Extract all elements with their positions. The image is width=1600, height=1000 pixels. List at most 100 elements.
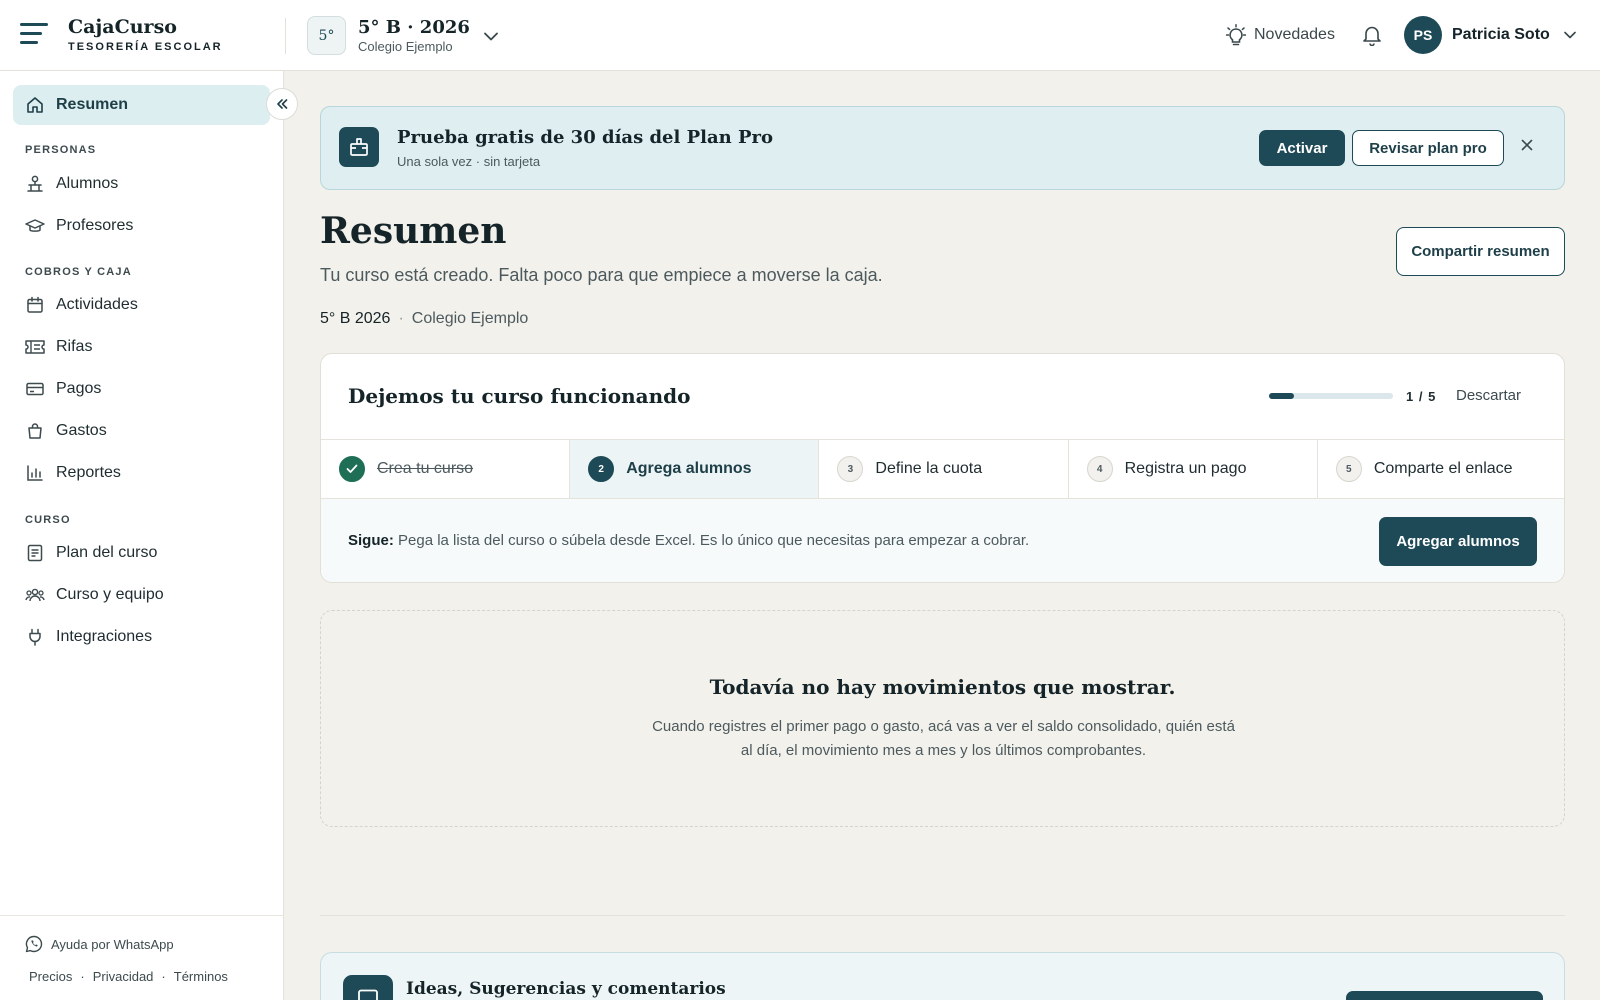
sidebar-item-gastos[interactable]: Gastos	[13, 412, 270, 450]
sidebar-item-label: Profesores	[56, 217, 134, 234]
sidebar-section-title: COBROS Y CAJA	[25, 266, 132, 278]
brand-tagline: TESORERÍA ESCOLAR	[68, 41, 223, 53]
footer-link-precios[interactable]: Precios	[29, 969, 72, 984]
chevron-down-icon	[484, 32, 498, 41]
share-summary-button[interactable]: Compartir resumen	[1396, 227, 1565, 276]
add-students-button[interactable]: Agregar alumnos	[1379, 517, 1537, 566]
sidebar-item-plan-del-curso[interactable]: Plan del curso	[13, 534, 270, 572]
footer-links: Precios · Privacidad · Términos	[29, 969, 228, 984]
news-button[interactable]: Novedades	[1226, 24, 1335, 46]
footer-separator: ·	[161, 969, 166, 984]
next-step-description: Pega la lista del curso o súbela desde E…	[398, 532, 1030, 549]
sidebar-item-label: Alumnos	[56, 175, 119, 192]
course-meta: 5° B 2026 · Colegio Ejemplo	[320, 310, 528, 328]
course-school: Colegio Ejemplo	[358, 38, 453, 54]
onboarding-progress-fill	[1269, 393, 1294, 399]
step-number: 4	[1086, 456, 1113, 482]
activate-button[interactable]: Activar	[1259, 130, 1345, 166]
sidebar-item-label: Gastos	[56, 422, 107, 439]
plug-icon	[25, 627, 45, 647]
topbar-divider	[285, 18, 286, 54]
sidebar-item-curso-y-equipo[interactable]: Curso y equipo	[13, 576, 270, 614]
empty-state: Todavía no hay movimientos que mostrar. …	[320, 610, 1565, 827]
promo-subtitle: Una sola vez · sin tarjeta	[397, 154, 541, 169]
sidebar-item-reportes[interactable]: Reportes	[13, 454, 270, 492]
empty-state-description: Cuando registres el primer pago o gasto,…	[652, 718, 1235, 759]
onboarding-progress-bar	[1269, 393, 1393, 399]
graduation-cap-icon	[25, 216, 45, 236]
home-icon	[25, 95, 45, 115]
course-title: 5° B · 2026	[358, 16, 470, 38]
meta-school: Colegio Ejemplo	[411, 310, 529, 327]
document-icon	[25, 543, 45, 563]
step-label: Registra un pago	[1124, 460, 1247, 477]
ideas-card: Ideas, Sugerencias y comentarios	[320, 952, 1565, 1000]
whatsapp-help-label: Ayuda por WhatsApp	[51, 936, 174, 952]
double-chevron-left-icon	[277, 99, 288, 109]
onboarding-card: Dejemos tu curso funcionando 1 / 5 Desca…	[320, 353, 1565, 583]
step-label: Crea tu curso	[377, 460, 474, 477]
step-register-payment[interactable]: 4 Registra un pago	[1069, 440, 1318, 498]
sidebar-item-label: Resumen	[56, 96, 129, 113]
close-icon	[1521, 139, 1533, 151]
onboarding-steps: Crea tu curso 2 Agrega alumnos 3 Define …	[321, 439, 1564, 499]
user-name: Patricia Soto	[1452, 26, 1550, 43]
brand-logo[interactable]: CajaCurso TESORERÍA ESCOLAR	[68, 16, 223, 53]
step-number: 5	[1335, 456, 1362, 482]
students-icon	[25, 174, 45, 194]
step-define-fee[interactable]: 3 Define la cuota	[819, 440, 1069, 498]
check-icon	[339, 456, 365, 482]
step-number: 2	[588, 456, 615, 482]
sidebar-divider	[0, 915, 284, 916]
avatar: PS	[1404, 16, 1442, 54]
step-share-link[interactable]: 5 Comparte el enlace	[1318, 440, 1564, 498]
course-switcher[interactable]: 5° 5° B · 2026 Colegio Ejemplo	[307, 16, 498, 55]
sidebar-item-label: Curso y equipo	[56, 586, 164, 603]
dismiss-button[interactable]: Descartar	[1456, 387, 1521, 404]
step-add-students[interactable]: 2 Agrega alumnos	[570, 440, 820, 498]
section-divider	[320, 915, 1565, 916]
empty-state-title: Todavía no hay movimientos que mostrar.	[709, 675, 1176, 699]
onboarding-progress-count: 1 / 5	[1406, 389, 1437, 404]
footer-link-terminos[interactable]: Términos	[174, 969, 228, 984]
sidebar-section-title: CURSO	[25, 514, 71, 526]
review-pro-plan-button[interactable]: Revisar plan pro	[1352, 130, 1504, 166]
lightbulb-icon	[1226, 24, 1246, 46]
sidebar-item-pagos[interactable]: Pagos	[13, 370, 270, 408]
collapse-sidebar-button[interactable]	[266, 88, 298, 120]
ticket-icon	[25, 337, 45, 357]
whatsapp-icon	[25, 935, 43, 953]
next-step-text: Sigue: Pega la lista del curso o súbela …	[348, 532, 1029, 549]
step-create-course[interactable]: Crea tu curso	[321, 440, 571, 498]
step-label: Comparte el enlace	[1373, 460, 1513, 477]
step-number: 3	[837, 456, 864, 482]
notifications-button[interactable]	[1362, 24, 1382, 51]
team-icon	[25, 585, 45, 605]
calendar-icon	[25, 295, 45, 315]
menu-icon[interactable]	[20, 23, 48, 45]
page-title: Resumen	[320, 210, 507, 252]
user-menu[interactable]: PS Patricia Soto	[1404, 16, 1576, 54]
sidebar-item-actividades[interactable]: Actividades	[13, 286, 270, 324]
sidebar-item-rifas[interactable]: Rifas	[13, 328, 270, 366]
ideas-title: Ideas, Sugerencias y comentarios	[406, 979, 726, 999]
footer-link-privacidad[interactable]: Privacidad	[93, 969, 154, 984]
ideas-action-button[interactable]	[1346, 991, 1543, 1000]
sidebar: Resumen PERSONAS Alumnos Profesores COBR…	[0, 71, 298, 1000]
onboarding-title: Dejemos tu curso funcionando	[348, 384, 691, 408]
sidebar-item-resumen[interactable]: Resumen	[13, 85, 270, 125]
sidebar-item-integraciones[interactable]: Integraciones	[13, 618, 270, 656]
bag-icon	[25, 421, 45, 441]
sidebar-item-label: Pagos	[56, 380, 102, 397]
close-banner-button[interactable]	[1521, 138, 1533, 156]
whatsapp-help-link[interactable]: Ayuda por WhatsApp	[25, 935, 174, 953]
bell-icon	[1363, 26, 1381, 47]
sidebar-item-profesores[interactable]: Profesores	[13, 207, 270, 245]
footer-separator: ·	[80, 969, 85, 984]
meta-course: 5° B 2026	[320, 310, 391, 327]
meta-separator: ·	[398, 310, 404, 327]
card-icon	[25, 379, 45, 399]
sidebar-item-alumnos[interactable]: Alumnos	[13, 165, 270, 203]
sidebar-item-label: Reportes	[56, 464, 121, 481]
promo-title: Prueba gratis de 30 días del Plan Pro	[397, 127, 774, 148]
